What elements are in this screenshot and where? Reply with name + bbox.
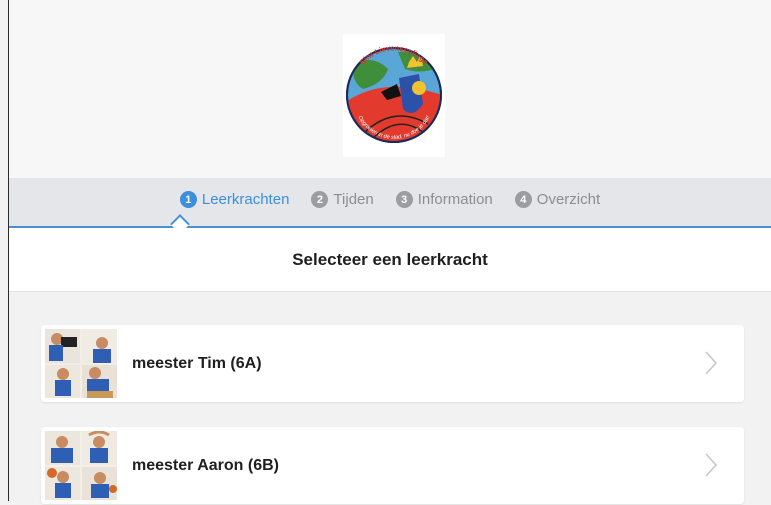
step-overzicht[interactable]: 4 Overzicht [514,191,601,208]
step-label: Overzicht [536,191,601,208]
window-edge [8,0,9,501]
teacher-card-aaron[interactable]: meester Aaron (6B) [41,427,744,504]
teacher-photo [45,329,117,398]
step-label: Leerkrachten [201,191,290,208]
step-number-badge: 2 [311,191,329,208]
school-logo: Sint-Lievenscollege Opgroeien in de stad… [343,34,445,157]
step-tijden[interactable]: 2 Tijden [311,191,374,208]
header: Sint-Lievenscollege Opgroeien in de stad… [9,0,771,178]
step-leerkrachten[interactable]: 1 Leerkrachten [179,191,290,208]
teacher-card-tim[interactable]: meester Tim (6A) [41,325,744,402]
step-number-badge: 1 [179,191,197,208]
chevron-right-icon [704,350,718,381]
steps-bar: 1 Leerkrachten 2 Tijden 3 Information 4 … [9,178,771,228]
page-title: Selecteer een leerkracht [9,228,771,292]
teacher-name: meester Tim (6A) [132,355,262,372]
step-label: Information [417,191,493,208]
step-information[interactable]: 3 Information [395,191,493,208]
teacher-name: meester Aaron (6B) [132,457,280,474]
teacher-photo [45,430,117,500]
step-list: 1 Leerkrachten 2 Tijden 3 Information 4 … [9,191,771,208]
step-number-badge: 4 [514,191,532,208]
chevron-right-icon [704,452,718,483]
step-label: Tijden [333,191,374,208]
step-number-badge: 3 [395,191,413,208]
